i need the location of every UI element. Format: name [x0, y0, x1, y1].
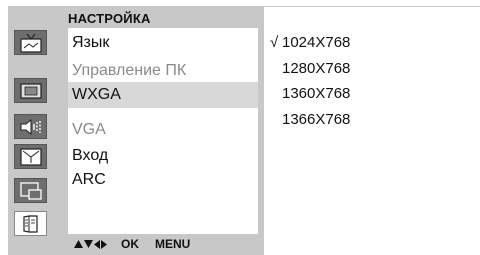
arrow-left-icon [94, 239, 100, 249]
menu-item-vga[interactable]: VGA [68, 117, 258, 143]
arrow-up-icon [74, 240, 83, 248]
navigation-hints: OK MENU [74, 237, 190, 251]
category-setup[interactable] [14, 211, 47, 236]
arrow-down-icon [84, 240, 93, 248]
category-time[interactable] [14, 144, 47, 169]
menu-item-input[interactable]: Вход [68, 143, 258, 169]
resolution-label: 1280X768 [282, 60, 351, 77]
menu-title: НАСТРОЙКА [68, 11, 151, 26]
resolution-label: 1360X768 [282, 85, 351, 102]
check-mark-icon: √ [270, 34, 279, 51]
category-screen[interactable] [14, 78, 47, 103]
resolution-label: 1024X768 [282, 34, 351, 51]
setup-book-icon [22, 214, 38, 233]
setup-menu: НАСТРОЙКА Язык Управление ПК WXGA VGA Вх… [8, 6, 264, 255]
resolution-label: 1366X768 [282, 111, 351, 128]
tv-picture-icon [19, 33, 42, 53]
arrow-keys-hint [74, 239, 107, 249]
menu-item-wxga[interactable]: WXGA [68, 82, 258, 108]
ok-hint: OK [121, 237, 139, 251]
menu-item-arc[interactable]: ARC [68, 167, 258, 193]
menu-item-pc-control[interactable]: Управление ПК [68, 58, 258, 84]
category-tv[interactable] [14, 30, 47, 55]
screen-icon [19, 82, 42, 99]
resolution-option-1360x768[interactable]: 1360X768 [270, 81, 350, 107]
category-pip[interactable] [14, 178, 47, 203]
resolution-option-1280x768[interactable]: 1280X768 [270, 56, 350, 82]
clock-icon [19, 147, 42, 166]
resolution-option-1366x768[interactable]: 1366X768 [270, 107, 350, 133]
submenu-panel: Язык Управление ПК WXGA VGA Вход ARC [68, 28, 258, 234]
top-divider [262, 6, 480, 7]
menu-item-language[interactable]: Язык [68, 30, 258, 56]
resolution-option-1024x768[interactable]: √ 1024X768 [270, 30, 350, 56]
category-sound[interactable] [14, 114, 47, 139]
menu-hint: MENU [155, 237, 191, 251]
speaker-icon [20, 118, 41, 135]
pip-icon [19, 181, 42, 200]
arrow-right-icon [101, 239, 107, 249]
